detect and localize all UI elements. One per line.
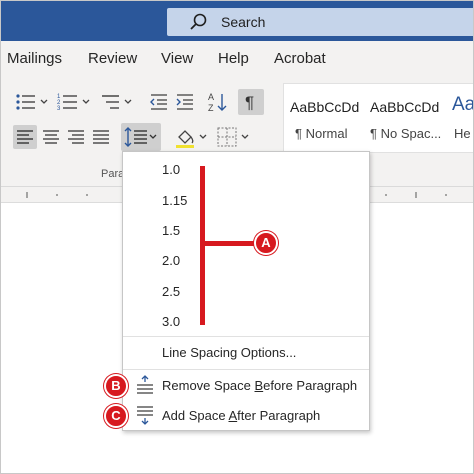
menu-separator xyxy=(123,369,369,370)
add-space-after-icon xyxy=(134,405,156,425)
tab-review[interactable]: Review xyxy=(88,50,137,67)
add-space-accesskey: A xyxy=(228,408,238,423)
remove-space-before-item[interactable]: Remove Space Before Paragraph xyxy=(162,378,357,393)
spacing-option-3-0[interactable]: 3.0 xyxy=(162,314,180,329)
style-heading-name: He xyxy=(454,126,471,141)
justify-icon[interactable] xyxy=(89,125,113,149)
styles-gallery xyxy=(283,83,473,153)
remove-space-accesskey: B xyxy=(254,378,264,393)
svg-text:¶: ¶ xyxy=(245,93,254,112)
spacing-option-1-0[interactable]: 1.0 xyxy=(162,162,180,177)
annotation-badge-a: A xyxy=(254,231,278,255)
borders-icon[interactable] xyxy=(215,125,253,149)
svg-text:3: 3 xyxy=(57,106,61,111)
search-box[interactable] xyxy=(167,8,473,36)
remove-space-text-a: Remove Space xyxy=(162,378,255,393)
spacing-option-2-5[interactable]: 2.5 xyxy=(162,284,180,299)
add-space-after-item[interactable]: Add Space After Paragraph xyxy=(162,408,320,423)
svg-text:Z: Z xyxy=(208,103,214,113)
tab-view[interactable]: View xyxy=(161,50,193,67)
bullets-icon[interactable] xyxy=(15,93,49,111)
search-icon xyxy=(189,12,209,32)
align-left-icon[interactable] xyxy=(13,125,37,149)
remove-space-before-icon xyxy=(134,375,156,395)
svg-text:A: A xyxy=(208,92,214,102)
style-no-spacing-name: ¶ No Spac... xyxy=(370,126,442,141)
search-label: Search xyxy=(221,14,266,30)
shading-icon[interactable] xyxy=(173,125,211,149)
line-spacing-icon[interactable] xyxy=(121,123,161,151)
spacing-option-2-0[interactable]: 2.0 xyxy=(162,253,180,268)
style-normal-name: ¶ Normal xyxy=(295,126,348,141)
style-normal-sample[interactable]: AaBbCcDd xyxy=(290,99,359,115)
decrease-indent-icon[interactable] xyxy=(149,93,169,111)
style-no-spacing-sample[interactable]: AaBbCcDd xyxy=(370,99,439,115)
spacing-option-1-5[interactable]: 1.5 xyxy=(162,223,180,238)
remove-space-text-b: efore Paragraph xyxy=(263,378,358,393)
tab-acrobat[interactable]: Acrobat xyxy=(274,50,326,67)
align-right-icon[interactable] xyxy=(64,125,88,149)
show-formatting-marks-icon[interactable]: ¶ xyxy=(238,89,264,115)
line-spacing-options-item[interactable]: Line Spacing Options... xyxy=(162,345,296,360)
word-window: Search Mailings Review View Help Acrobat… xyxy=(0,0,474,474)
annotation-badge-c: C xyxy=(104,404,128,428)
sort-icon[interactable]: A Z xyxy=(207,91,229,113)
tab-help[interactable]: Help xyxy=(218,50,249,67)
tab-mailings[interactable]: Mailings xyxy=(7,50,62,67)
multilevel-list-icon[interactable] xyxy=(101,93,135,111)
spacing-option-1-15[interactable]: 1.15 xyxy=(162,193,187,208)
add-space-text-b: fter Paragraph xyxy=(237,408,321,423)
annotation-badge-b: B xyxy=(104,374,128,398)
numbering-icon[interactable]: 1 2 3 xyxy=(57,93,93,111)
increase-indent-icon[interactable] xyxy=(175,93,195,111)
add-space-text-a: Add Space xyxy=(162,408,229,423)
align-center-icon[interactable] xyxy=(39,125,63,149)
annotation-bracket-horizontal xyxy=(202,241,258,246)
paragraph-group-label: Para xyxy=(101,168,125,180)
menu-separator xyxy=(123,336,369,337)
style-heading-sample[interactable]: Aa xyxy=(452,94,473,116)
